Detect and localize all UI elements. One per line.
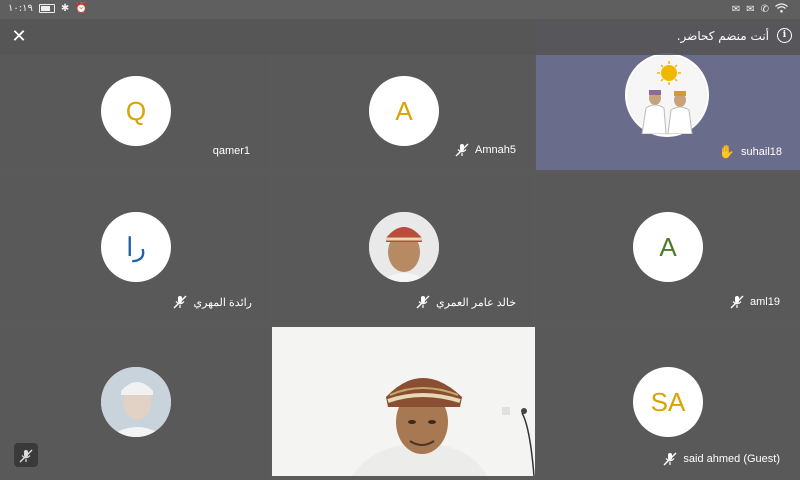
phone-icon: ✆	[760, 4, 769, 15]
banner-text: أنت منضم كحاضر.	[676, 28, 769, 43]
mic-off-icon	[416, 295, 430, 309]
mic-off-icon	[455, 143, 469, 157]
participant-tile[interactable]: A aml19	[536, 172, 800, 322]
alarm-icon: ⏰	[75, 3, 88, 14]
info-icon[interactable]: i	[777, 28, 792, 43]
mic-off-icon	[730, 295, 744, 309]
avatar	[625, 53, 709, 137]
mute-button[interactable]	[14, 443, 38, 467]
mail-icon: ✉	[731, 4, 741, 15]
participant-name: Amnah5	[475, 144, 516, 156]
participant-tile[interactable]	[0, 324, 270, 480]
attendee-banner: i أنت منضم كحاضر.	[677, 28, 792, 43]
avatar: Q	[101, 76, 171, 146]
avatar	[369, 212, 439, 282]
participant-tile[interactable]: خالد عامر العمري	[272, 172, 534, 322]
video-feed	[272, 327, 535, 476]
avatar	[101, 367, 171, 437]
mic-off-icon	[173, 295, 187, 309]
video-tile[interactable]	[272, 327, 535, 476]
avatar: A	[369, 76, 439, 146]
participant-name: said ahmed (Guest)	[683, 453, 780, 465]
participant-tile[interactable]: SA said ahmed (Guest)	[536, 324, 800, 480]
clock: ١٠:١٩	[8, 3, 33, 14]
participant-name: suhail18	[741, 146, 782, 158]
battery-icon	[38, 4, 55, 13]
mail-icon-2: ✉	[746, 4, 755, 15]
wifi-icon	[775, 3, 788, 16]
avatar: SA	[633, 367, 703, 437]
close-icon[interactable]: ✕	[6, 24, 32, 50]
bluetooth-icon: ✱	[60, 3, 70, 14]
participant-name: qamer1	[212, 145, 250, 157]
mic-off-icon	[663, 452, 677, 466]
status-bar: ١٠:١٩ ✱ ⏰ ✉ ✉ ✆	[0, 0, 800, 19]
avatar: را	[101, 212, 171, 282]
participant-name: aml19	[750, 296, 780, 308]
participant-tile[interactable]: را رائدة المهري	[0, 172, 270, 322]
avatar: A	[633, 212, 703, 282]
raised-hand-icon: ✋	[718, 144, 736, 159]
top-bar: ✕ i أنت منضم كحاضر.	[0, 19, 800, 55]
mic-off-icon	[19, 448, 33, 463]
participant-name: رائدة المهري	[193, 296, 252, 309]
participant-name: خالد عامر العمري	[435, 296, 516, 309]
